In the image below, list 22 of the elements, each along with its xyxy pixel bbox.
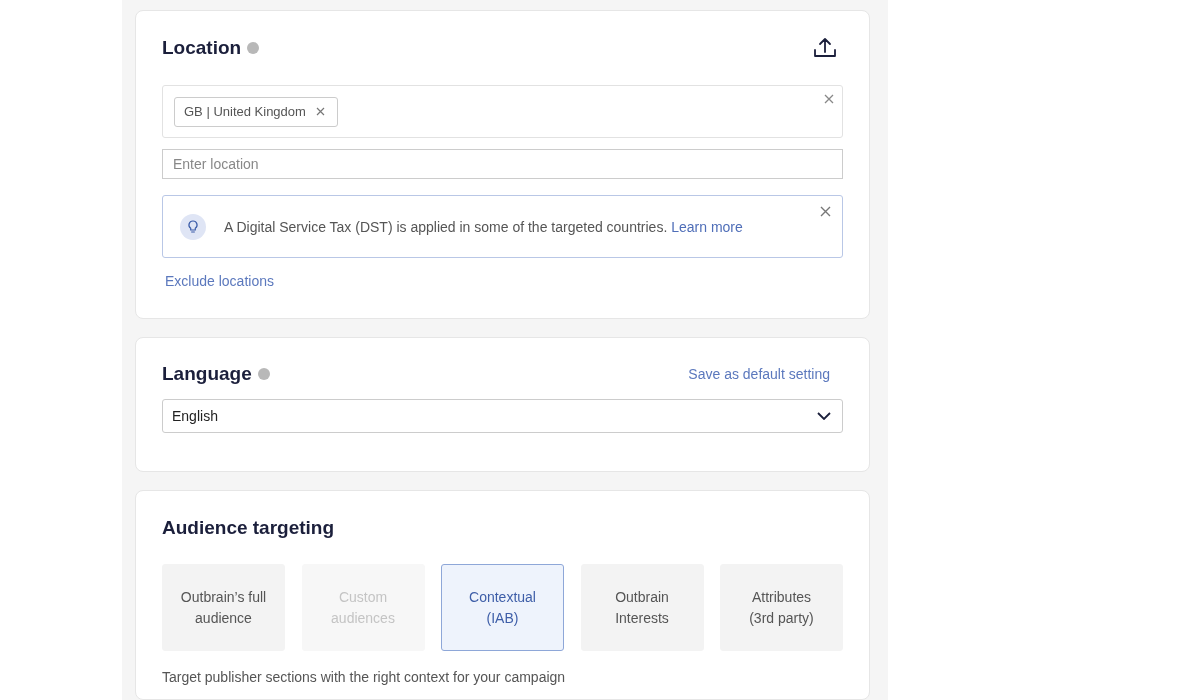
remove-icon[interactable] (315, 107, 325, 116)
exclude-locations-link[interactable]: Exclude locations (165, 273, 274, 289)
close-icon[interactable] (820, 206, 831, 217)
language-dropdown[interactable]: English (162, 399, 843, 433)
chevron-down-icon (817, 412, 831, 420)
clear-icon[interactable] (824, 94, 834, 104)
audience-option[interactable]: Attributes (3rd party) (720, 564, 843, 651)
location-tags-field[interactable]: GB | United Kingdom (162, 85, 843, 138)
audience-option[interactable]: Contextual (IAB) (441, 564, 564, 651)
section-title: Audience targeting (162, 517, 336, 539)
upload-icon[interactable] (813, 37, 837, 59)
lightbulb-icon (180, 213, 206, 240)
section-title: Language (162, 363, 252, 385)
location-input[interactable]: Enter location (162, 149, 843, 179)
save-default-link[interactable]: Save as default setting (688, 366, 830, 382)
audience-option[interactable]: Outbrain Interests (580, 564, 704, 651)
learn-more-link[interactable]: Learn more (671, 218, 743, 235)
tag-label: GB | United Kingdom (184, 104, 306, 119)
notice-text: A Digital Service Tax (DST) is applied in some of the targeted countries. Learn more (224, 218, 743, 235)
audience-option[interactable]: Outbrain’s full audience (162, 564, 285, 651)
audience-description: Target publisher sections with the right context for your campaign (162, 669, 567, 685)
section-title: Location (162, 37, 242, 59)
